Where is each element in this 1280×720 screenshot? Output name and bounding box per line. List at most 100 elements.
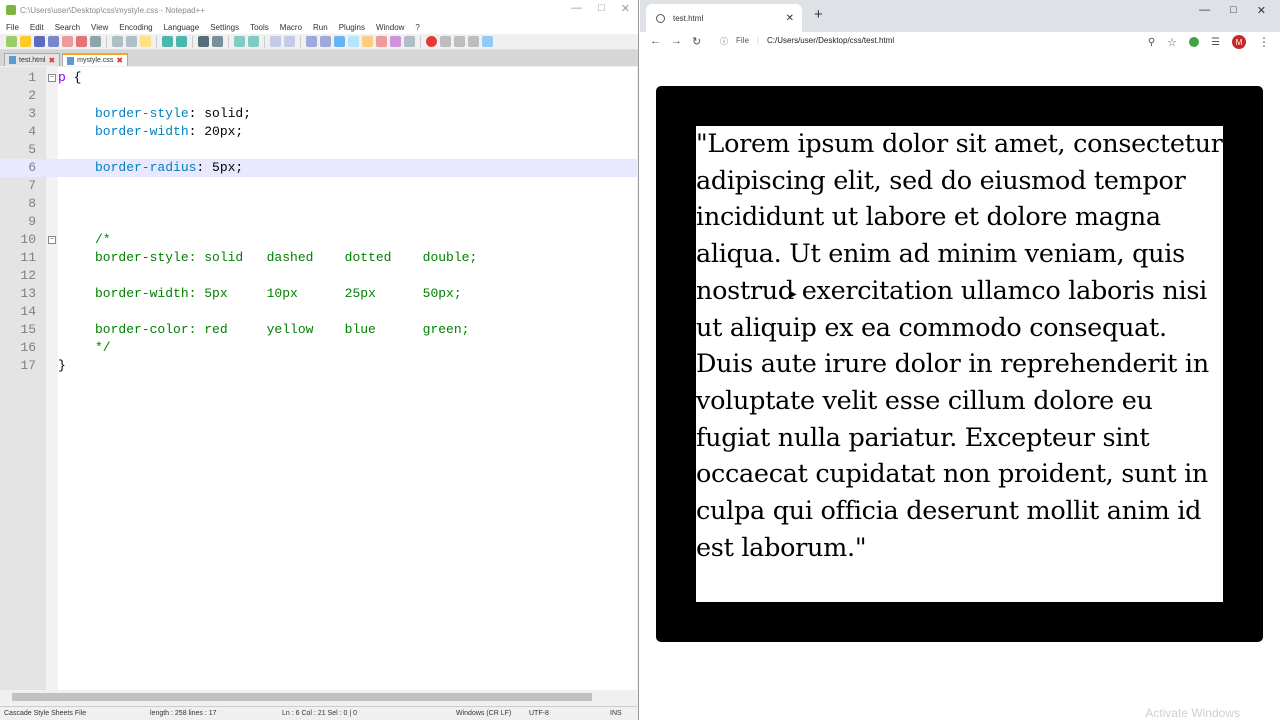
code-line[interactable]: 15 border-color: red yellow blue green; [0, 321, 637, 339]
zoom-icon[interactable]: ⚲ [1148, 37, 1155, 48]
address-bar[interactable]: ⓘ File | C:/Users/user/Desktop/css/test.… [720, 36, 894, 47]
code-line[interactable]: 16 */ [0, 339, 637, 357]
code-line[interactable]: 3 border-style: solid; [0, 105, 637, 123]
forward-icon[interactable]: → [671, 35, 682, 47]
show-all-chars-icon[interactable] [320, 36, 331, 47]
tab-close-icon[interactable]: ✖ [48, 56, 55, 65]
word-wrap-icon[interactable] [306, 36, 317, 47]
info-icon[interactable]: ⓘ [720, 36, 728, 47]
undo-icon[interactable] [162, 36, 173, 47]
sync-horizontal-icon[interactable] [284, 36, 295, 47]
horizontal-scrollbar[interactable] [0, 690, 637, 704]
redo-icon[interactable] [176, 36, 187, 47]
close-icon[interactable]: ✕ [621, 2, 630, 15]
code-editor[interactable]: 1− p {2 3 border-style: solid; 4 border-width… [0, 67, 637, 690]
cut-icon[interactable] [112, 36, 123, 47]
function-list-icon[interactable] [376, 36, 387, 47]
zoom-in-icon[interactable] [234, 36, 245, 47]
toolbar-separator [192, 35, 193, 48]
code-line[interactable]: 11 border-style: solid dashed dotted doub… [0, 249, 637, 267]
code-line[interactable]: 4 border-width: 20px; [0, 123, 637, 141]
code-line[interactable]: 17} [0, 357, 637, 375]
maximize-icon[interactable]: □ [598, 2, 605, 15]
lang-icon[interactable] [348, 36, 359, 47]
tab-close-icon[interactable]: ✖ [116, 56, 123, 65]
open-file-icon[interactable] [20, 36, 31, 47]
file-tab[interactable]: mystyle.css ✖ [62, 53, 129, 66]
toolbar-separator [106, 35, 107, 48]
menu-item[interactable]: Edit [30, 23, 44, 32]
stop-macro-icon[interactable] [440, 36, 451, 47]
bookmark-star-icon[interactable]: ☆ [1167, 36, 1177, 49]
status-position: Ln : 6 Col : 21 Sel : 0 | 0 [282, 710, 357, 717]
new-file-icon[interactable] [6, 36, 17, 47]
maximize-icon[interactable]: □ [1230, 4, 1237, 17]
code-line[interactable]: 6 border-radius: 5px; [0, 159, 637, 177]
code-line[interactable]: 13 border-width: 5px 10px 25px 50px; [0, 285, 637, 303]
code-line[interactable]: 9 [0, 213, 637, 231]
line-number: 17 [20, 358, 36, 373]
play-macro-icon[interactable] [454, 36, 465, 47]
back-icon[interactable]: ← [650, 35, 661, 47]
code-line[interactable]: 12 [0, 267, 637, 285]
notepad-tab-bar: test.html ✖ mystyle.css ✖ [0, 50, 638, 66]
fold-toggle-icon[interactable]: − [48, 74, 56, 82]
toolbar-separator [264, 35, 265, 48]
code-line[interactable]: 1 − p { [0, 69, 637, 87]
find-icon[interactable] [198, 36, 209, 47]
code-line[interactable]: 7 [0, 177, 637, 195]
minimize-icon[interactable]: — [571, 2, 582, 15]
menu-item[interactable]: View [91, 23, 108, 32]
menu-item[interactable]: ? [415, 23, 419, 32]
paste-icon[interactable] [140, 36, 151, 47]
menu-item[interactable]: Tools [250, 23, 269, 32]
code-line[interactable]: 8 [0, 195, 637, 213]
code-text: /* [95, 231, 111, 249]
menu-item[interactable]: Window [376, 23, 404, 32]
browser-tab[interactable]: test.html ✕ [646, 4, 802, 32]
sync-vertical-icon[interactable] [270, 36, 281, 47]
code-line[interactable]: 2 [0, 87, 637, 105]
menu-kebab-icon[interactable]: ⋮ [1258, 35, 1270, 49]
code-line[interactable]: 5 [0, 141, 637, 159]
menu-item[interactable]: Language [164, 23, 200, 32]
file-tab[interactable]: test.html ✖ [4, 53, 61, 66]
copy-icon[interactable] [126, 36, 137, 47]
reading-list-icon[interactable]: ☰ [1211, 37, 1220, 48]
close-all-icon[interactable] [76, 36, 87, 47]
menu-item[interactable]: Macro [280, 23, 302, 32]
new-tab-icon[interactable]: + [814, 6, 823, 23]
close-icon[interactable]: ✕ [1257, 4, 1266, 17]
monitoring-icon[interactable] [404, 36, 415, 47]
menu-item[interactable]: Encoding [119, 23, 152, 32]
menu-item[interactable]: Settings [210, 23, 239, 32]
scrollbar-thumb[interactable] [12, 693, 592, 701]
menu-item[interactable]: Run [313, 23, 328, 32]
extension-icon[interactable] [1189, 37, 1200, 47]
menu-item[interactable]: Search [55, 23, 80, 32]
minimize-icon[interactable]: — [1199, 4, 1210, 17]
save-macro-icon[interactable] [482, 36, 493, 47]
menu-item[interactable]: File [6, 23, 19, 32]
menu-item[interactable]: Plugins [339, 23, 365, 32]
folder-workspace-icon[interactable] [390, 36, 401, 47]
tab-close-icon[interactable]: ✕ [786, 13, 794, 24]
save-icon[interactable] [34, 36, 45, 47]
fold-toggle-icon[interactable]: − [48, 236, 56, 244]
code-text: */ [95, 339, 111, 357]
close-file-icon[interactable] [62, 36, 73, 47]
zoom-out-icon[interactable] [248, 36, 259, 47]
save-all-icon[interactable] [48, 36, 59, 47]
code-line[interactable]: 10 − /* [0, 231, 637, 249]
record-macro-icon[interactable] [426, 36, 437, 47]
browser-toolbar: ← → ↻ ⓘ File | C:/Users/user/Desktop/css… [640, 32, 1280, 52]
doc-map-icon[interactable] [362, 36, 373, 47]
reload-icon[interactable]: ↻ [692, 35, 701, 48]
replace-icon[interactable] [212, 36, 223, 47]
run-macro-multiple-icon[interactable] [468, 36, 479, 47]
indent-guide-icon[interactable] [334, 36, 345, 47]
print-icon[interactable] [90, 36, 101, 47]
profile-avatar[interactable]: M [1232, 35, 1246, 49]
code-line[interactable]: 14 [0, 303, 637, 321]
scheme-label: File [736, 36, 749, 45]
